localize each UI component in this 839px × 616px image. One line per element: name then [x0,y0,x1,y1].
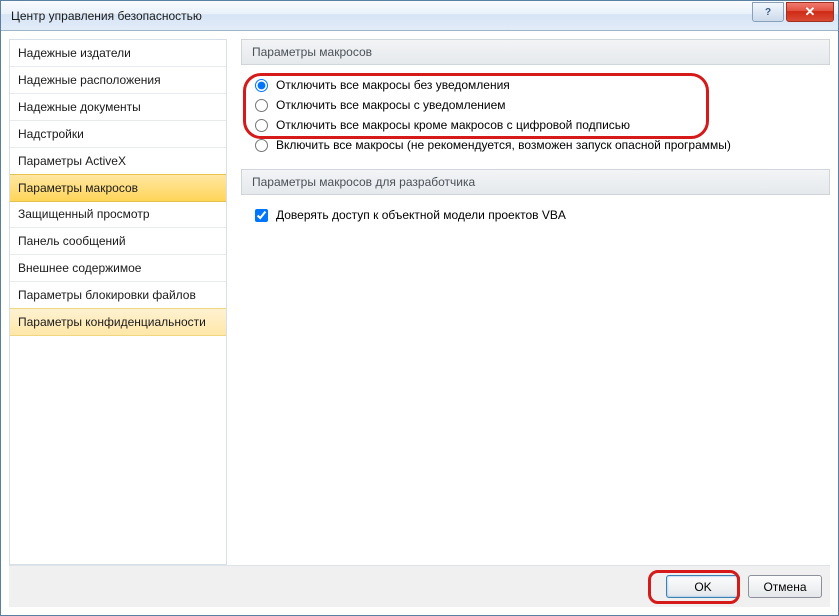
checkbox-trust-vba-label: Доверять доступ к объектной модели проек… [276,208,566,222]
window-title: Центр управления безопасностью [11,9,202,23]
radio-label-1: Отключить все макросы без уведомления [276,78,510,92]
sidebar-item-macro-settings[interactable]: Параметры макросов [9,174,227,202]
radio-label-3: Отключить все макросы кроме макросов с ц… [276,118,630,132]
radio-input-3[interactable] [255,119,268,132]
sidebar-item-trusted-locations[interactable]: Надежные расположения [10,67,226,94]
trust-center-window: Центр управления безопасностью ? ✕ Надеж… [0,0,839,616]
radio-disable-except-signed[interactable]: Отключить все макросы кроме макросов с ц… [255,115,830,135]
check-trust-vba[interactable]: Доверять доступ к объектной модели проек… [255,205,830,225]
radio-label-4: Включить все макросы (не рекомендуется, … [276,138,731,152]
sidebar-item-trusted-documents[interactable]: Надежные документы [10,94,226,121]
section-macro-settings-header: Параметры макросов [241,39,830,65]
cancel-button[interactable]: Отмена [748,575,822,598]
sidebar-item-activex[interactable]: Параметры ActiveX [10,148,226,175]
close-button[interactable]: ✕ [786,2,834,22]
radio-enable-all[interactable]: Включить все макросы (не рекомендуется, … [255,135,830,155]
sidebar-item-message-bar[interactable]: Панель сообщений [10,228,226,255]
body-area: Надежные издатели Надежные расположения … [1,31,838,615]
radio-input-4[interactable] [255,139,268,152]
radio-input-2[interactable] [255,99,268,112]
content-row: Надежные издатели Надежные расположения … [9,39,830,565]
sidebar-item-file-block[interactable]: Параметры блокировки файлов [10,282,226,309]
sidebar-item-trusted-publishers[interactable]: Надежные издатели [10,40,226,67]
radio-disable-no-notify[interactable]: Отключить все макросы без уведомления [255,75,830,95]
help-button[interactable]: ? [752,2,784,22]
macro-options-block: Отключить все макросы без уведомления От… [241,75,830,169]
sidebar-item-privacy[interactable]: Параметры конфиденциальности [9,308,227,336]
sidebar-item-protected-view[interactable]: Защищенный просмотр [10,201,226,228]
titlebar-buttons: ? ✕ [752,1,838,23]
sidebar-item-external-content[interactable]: Внешнее содержимое [10,255,226,282]
sidebar-item-addins[interactable]: Надстройки [10,121,226,148]
checkbox-trust-vba[interactable] [255,209,268,222]
radio-disable-with-notify[interactable]: Отключить все макросы с уведомлением [255,95,830,115]
main-panel: Параметры макросов Отключить все макросы… [227,39,830,565]
radio-label-2: Отключить все макросы с уведомлением [276,98,506,112]
ok-button[interactable]: OK [666,575,740,598]
developer-options-block: Доверять доступ к объектной модели проек… [241,205,830,239]
titlebar: Центр управления безопасностью ? ✕ [1,1,838,31]
radio-input-1[interactable] [255,79,268,92]
section-developer-header: Параметры макросов для разработчика [241,169,830,195]
close-icon: ✕ [805,4,816,20]
button-bar: OK Отмена [9,565,830,607]
sidebar: Надежные издатели Надежные расположения … [9,39,227,565]
